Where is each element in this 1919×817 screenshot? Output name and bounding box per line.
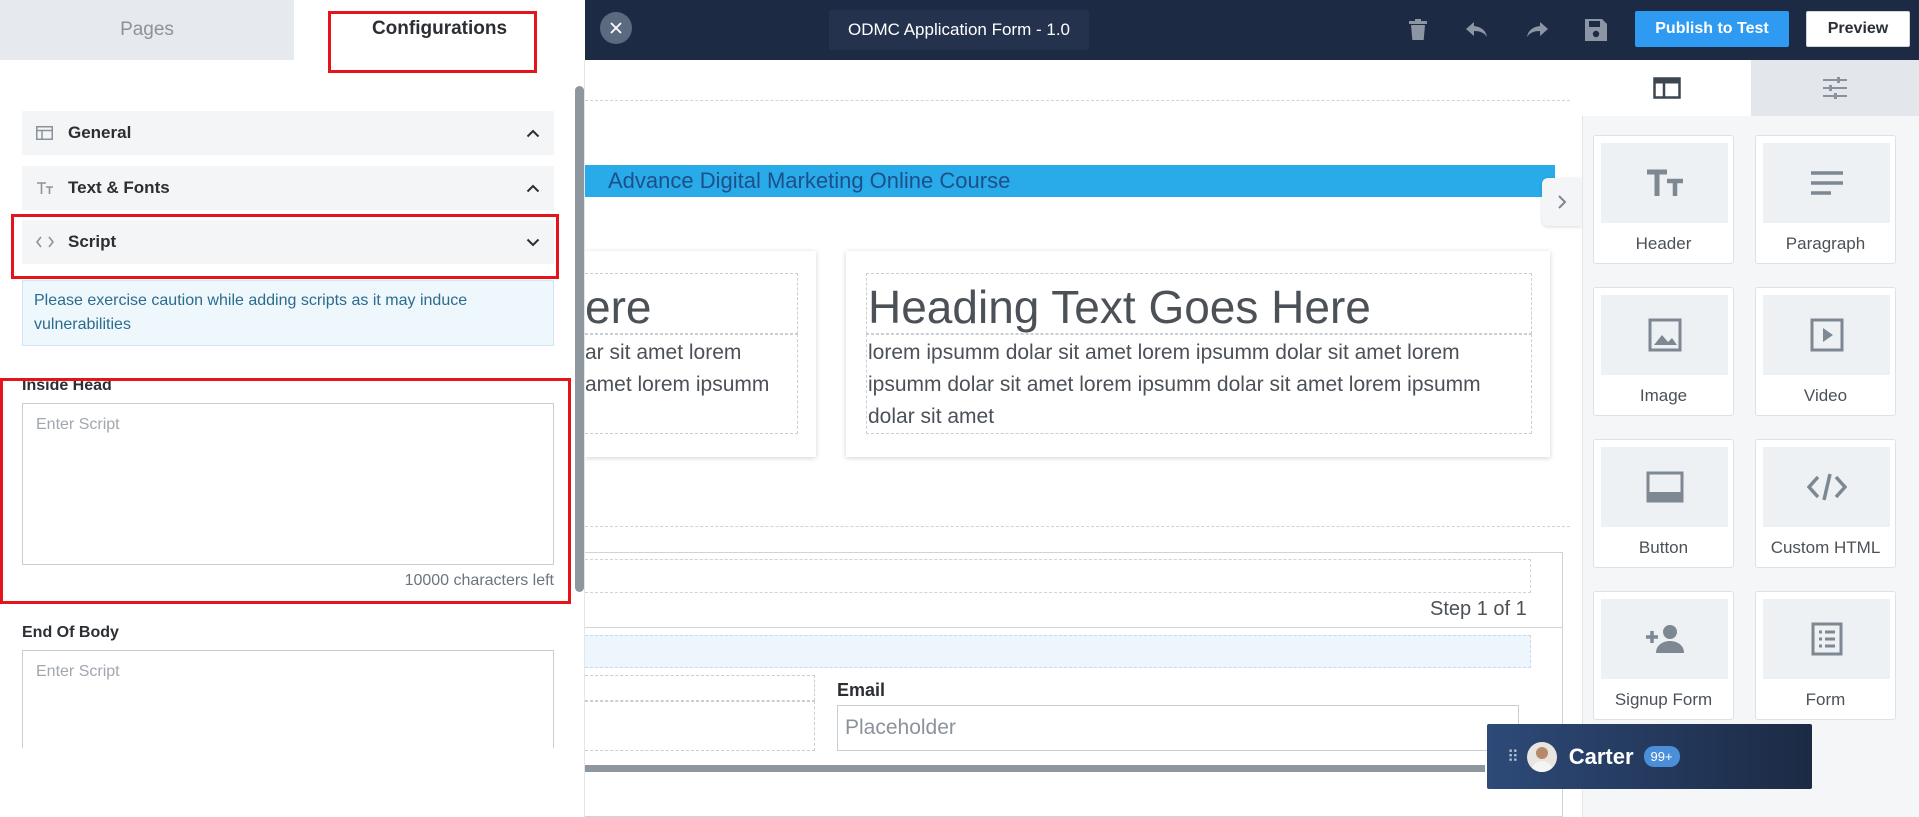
field-input-box (585, 701, 815, 751)
widget-label: Video (1803, 386, 1848, 405)
content-card-left[interactable]: ere ar sit amet lorem amet lorem ipsumm (585, 251, 816, 457)
email-field[interactable]: Placeholder (837, 705, 1519, 751)
tab-configurations[interactable]: Configurations (294, 0, 585, 60)
paragraph-icon (1763, 143, 1890, 223)
canvas-horizontal-scrollbar[interactable] (585, 765, 1485, 772)
chat-widget[interactable]: ⠿ Carter 99+ (1487, 724, 1812, 789)
card-left-heading[interactable]: ere (585, 280, 651, 334)
sliders-icon (1823, 77, 1847, 99)
close-icon (610, 22, 622, 34)
card-right-heading[interactable]: Heading Text Goes Here (868, 280, 1371, 334)
section-script-label: Script (68, 232, 117, 251)
section-general-label: General (68, 123, 132, 142)
section-text-fonts[interactable]: Text & Fonts (22, 166, 554, 210)
end-of-body-label: End Of Body (22, 624, 119, 641)
code-icon (36, 236, 58, 248)
text-size-icon (1601, 143, 1728, 223)
card-right-line-3[interactable]: dolar sit amet (868, 401, 994, 433)
inside-head-label: Inside Head (22, 377, 112, 394)
card-left-line-1[interactable]: ar sit amet lorem (585, 337, 741, 369)
collapse-panel-button[interactable] (1542, 178, 1582, 226)
section-text-fonts-label: Text & Fonts (68, 178, 170, 197)
save-icon[interactable] (1580, 14, 1612, 46)
chevron-up-icon (526, 184, 540, 193)
end-of-body-input[interactable] (22, 650, 554, 760)
section-script[interactable]: Script (22, 220, 554, 264)
course-banner[interactable]: Advance Digital Marketing Online Course (585, 165, 1555, 197)
widget-label: Header (1635, 234, 1692, 253)
button-icon (1601, 447, 1728, 527)
widget-paragraph[interactable]: Paragraph (1755, 135, 1896, 264)
document-title[interactable]: ODMC Application Form - 1.0 (829, 10, 1089, 50)
layout-icon (36, 126, 58, 140)
video-icon (1763, 295, 1890, 375)
field-label-box (585, 675, 815, 701)
widget-label: Paragraph (1785, 234, 1866, 253)
email-label: Email (837, 680, 886, 700)
widget-header[interactable]: Header (1593, 135, 1734, 264)
step-divider (585, 627, 1563, 628)
inside-head-chars-left: 10000 characters left (404, 572, 554, 589)
configuration-panel: Pages Configurations General Text & Font… (0, 0, 585, 817)
script-warning: Please exercise caution while adding scr… (22, 280, 554, 346)
card-left-line-2[interactable]: amet lorem ipsumm (585, 369, 769, 401)
step-indicator: Step 1 of 1 (1430, 598, 1527, 620)
inside-head-input[interactable] (22, 403, 554, 565)
chevron-right-icon (1558, 195, 1567, 209)
widget-video[interactable]: Video (1755, 287, 1896, 416)
tab-widgets[interactable] (1582, 60, 1751, 116)
image-icon (1601, 295, 1728, 375)
section-divider (585, 100, 1570, 101)
publish-to-test-button[interactable]: Publish to Test (1635, 11, 1789, 47)
redo-icon[interactable] (1521, 14, 1553, 46)
trash-icon[interactable] (1402, 14, 1434, 46)
add-user-icon (1601, 599, 1728, 679)
progress-bar-placeholder (585, 635, 1531, 668)
code-icon (1763, 447, 1890, 527)
avatar (1526, 741, 1557, 772)
widget-form[interactable]: Form (1755, 591, 1896, 720)
tab-pages[interactable]: Pages (0, 0, 294, 60)
layout-icon (1652, 77, 1681, 99)
page-canvas[interactable]: Advance Digital Marketing Online Course … (585, 60, 1570, 817)
widget-label: Custom HTML (1770, 538, 1881, 557)
widget-image[interactable]: Image (1593, 287, 1734, 416)
left-panel-scrollbar[interactable] (575, 86, 584, 592)
drag-handle-icon[interactable]: ⠿ (1507, 747, 1519, 767)
form-icon (1763, 599, 1890, 679)
notification-badge: 99+ (1643, 746, 1680, 767)
widget-label: Image (1639, 386, 1688, 405)
section-general[interactable]: General (22, 111, 554, 155)
preview-button[interactable]: Preview (1806, 11, 1910, 47)
text-size-icon (36, 181, 58, 195)
widget-label: Button (1638, 538, 1689, 557)
widget-signup-form[interactable]: Signup Form (1593, 591, 1734, 720)
chevron-down-icon (526, 238, 540, 247)
close-button[interactable] (600, 12, 632, 44)
widget-label: Form (1805, 690, 1846, 709)
tab-settings[interactable] (1751, 60, 1919, 116)
left-panel-footer (0, 748, 584, 817)
widget-custom-html[interactable]: Custom HTML (1755, 439, 1896, 568)
card-right-line-2[interactable]: ipsumm dolar sit amet lorem ipsumm dolar… (868, 369, 1481, 401)
undo-icon[interactable] (1461, 14, 1493, 46)
widget-label: Signup Form (1614, 690, 1713, 709)
widget-button[interactable]: Button (1593, 439, 1734, 568)
card-right-line-1[interactable]: lorem ipsumm dolar sit amet lorem ipsumm… (868, 337, 1460, 369)
step-header-box (585, 559, 1531, 593)
section-divider (585, 526, 1570, 527)
content-card-right[interactable]: Heading Text Goes Here lorem ipsumm dola… (846, 251, 1550, 457)
chevron-up-icon (526, 129, 540, 138)
chat-agent-name: Carter (1568, 743, 1634, 769)
